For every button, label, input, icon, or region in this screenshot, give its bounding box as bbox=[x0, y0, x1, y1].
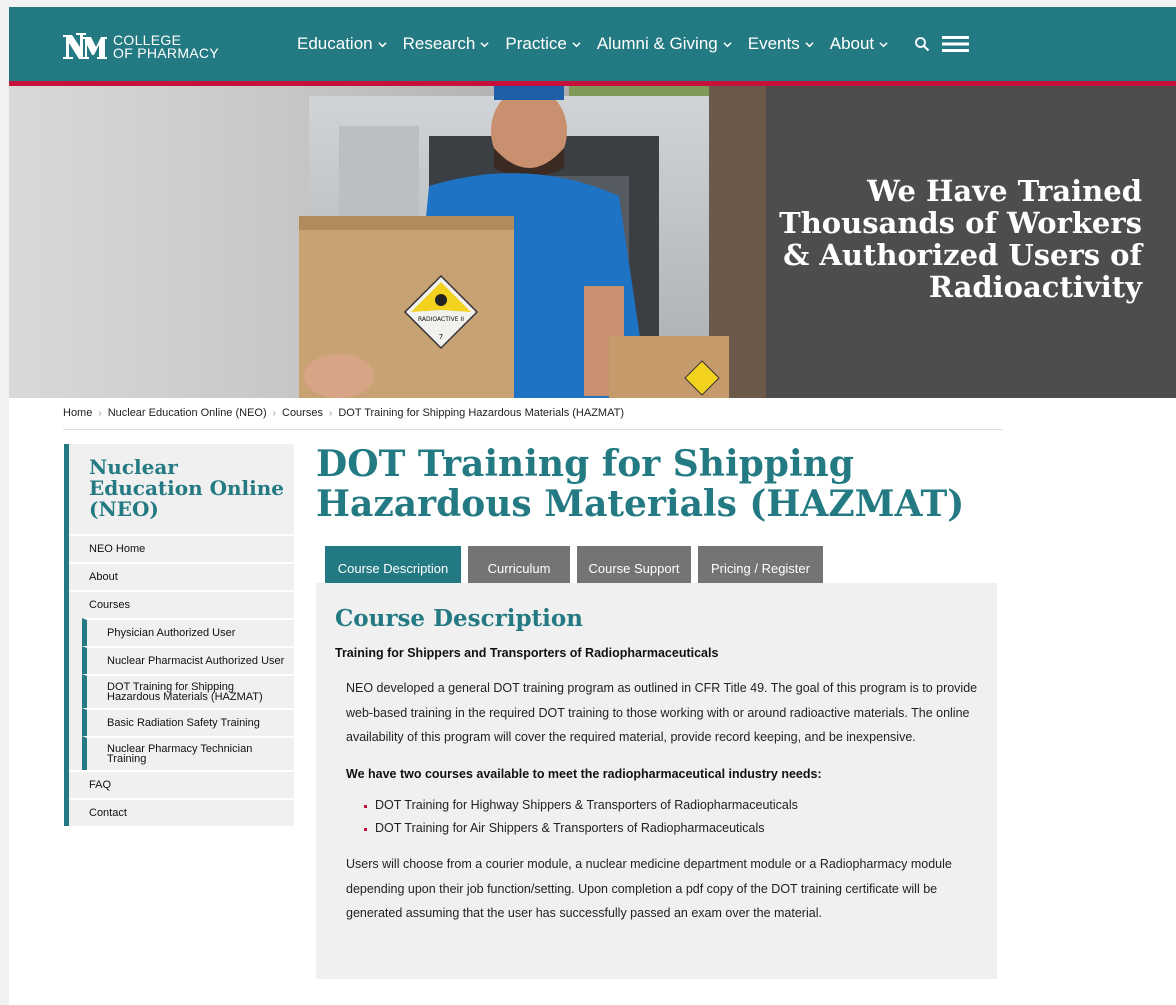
nav-label: Research bbox=[402, 34, 476, 53]
nav-label: Education bbox=[297, 34, 373, 53]
nav-practice[interactable]: Practice bbox=[505, 34, 581, 54]
nav-label: Events bbox=[747, 34, 800, 53]
hero-banner: RADIOACTIVE II 7 We Have Trained Thousan… bbox=[9, 86, 1176, 398]
breadcrumb-separator-icon: › bbox=[272, 407, 276, 419]
course-list: DOT Training for Highway Shippers & Tran… bbox=[364, 794, 984, 840]
modules-paragraph: Users will choose from a courier module,… bbox=[346, 857, 952, 920]
courses-intro: We have two courses available to meet th… bbox=[346, 766, 822, 781]
nav-about[interactable]: About bbox=[830, 34, 888, 54]
main-nav: Education Research Practice Alumni & Giv… bbox=[297, 7, 970, 81]
unm-logo-icon bbox=[63, 33, 107, 59]
breadcrumb-home[interactable]: Home bbox=[63, 407, 92, 419]
breadcrumb-divider bbox=[63, 429, 1003, 430]
chevron-down-icon bbox=[480, 41, 489, 47]
breadcrumb-courses[interactable]: Courses bbox=[282, 407, 323, 419]
nav-label: Alumni & Giving bbox=[596, 34, 718, 53]
chevron-down-icon bbox=[572, 41, 581, 47]
site-header: COLLEGE OF PHARMACY Education Research P… bbox=[9, 7, 1176, 81]
list-item: DOT Training for Air Shippers & Transpor… bbox=[364, 817, 984, 840]
sidebar-item-dot-training-hazmat[interactable]: DOT Training for Shipping Hazardous Mate… bbox=[82, 674, 294, 708]
sidebar-item-physician-authorized-user[interactable]: Physician Authorized User bbox=[82, 618, 294, 646]
nav-label: About bbox=[829, 34, 875, 53]
search-icon[interactable] bbox=[914, 36, 930, 52]
nav-research[interactable]: Research bbox=[403, 34, 490, 54]
breadcrumb-separator-icon: › bbox=[328, 407, 333, 419]
chevron-down-icon bbox=[805, 41, 814, 47]
box-hazard-label: RADIOACTIVE II bbox=[418, 316, 464, 323]
breadcrumb: Home › Nuclear Education Online (NEO) › … bbox=[63, 407, 624, 419]
sidebar-item-nuclear-pharmacist-authorized-user[interactable]: Nuclear Pharmacist Authorized User bbox=[82, 646, 294, 674]
chevron-down-icon bbox=[723, 41, 732, 47]
logo-line-2: OF PHARMACY bbox=[113, 45, 219, 61]
nav-education[interactable]: Education bbox=[297, 34, 387, 54]
hero-photo: RADIOACTIVE II 7 bbox=[9, 86, 766, 398]
breadcrumb-current: DOT Training for Shipping Hazardous Mate… bbox=[338, 407, 625, 419]
unm-logo[interactable]: COLLEGE OF PHARMACY bbox=[61, 31, 219, 63]
sidebar-item-contact[interactable]: Contact bbox=[69, 798, 294, 826]
chevron-down-icon bbox=[879, 41, 888, 47]
panel-heading: Course Description bbox=[335, 605, 583, 632]
sidebar-item-courses[interactable]: Courses bbox=[69, 590, 294, 618]
page-title: DOT Training for Shipping Hazardous Mate… bbox=[316, 443, 965, 525]
breadcrumb-neo[interactable]: Nuclear Education Online (NEO) bbox=[108, 407, 267, 419]
sidebar-title[interactable]: Nuclear Education Online (NEO) bbox=[69, 444, 294, 534]
page: COLLEGE OF PHARMACY Education Research P… bbox=[9, 7, 1176, 1005]
nav-alumni-giving[interactable]: Alumni & Giving bbox=[597, 34, 732, 54]
sidebar-item-neo-home[interactable]: NEO Home bbox=[69, 534, 294, 562]
sidebar: Nuclear Education Online (NEO) NEO Home … bbox=[64, 444, 294, 826]
sidebar-item-faq[interactable]: FAQ bbox=[69, 770, 294, 798]
hero-headline: We Have Trained Thousands of Workers & A… bbox=[779, 174, 1142, 304]
sidebar-item-label: Hazardous Materials (HAZMAT) bbox=[107, 691, 263, 703]
breadcrumb-separator-icon: › bbox=[98, 407, 102, 419]
description-paragraph: NEO developed a general DOT training pro… bbox=[346, 681, 978, 744]
panel-subheading: Training for Shippers and Transporters o… bbox=[335, 646, 719, 660]
course-description-panel: Course Description Training for Shippers… bbox=[316, 583, 997, 979]
panel-body: NEO developed a general DOT training pro… bbox=[346, 676, 984, 934]
sidebar-item-nuclear-pharmacy-technician[interactable]: Nuclear Pharmacy Technician Training bbox=[82, 736, 294, 770]
chevron-down-icon bbox=[378, 41, 387, 47]
sidebar-item-about[interactable]: About bbox=[69, 562, 294, 590]
sidebar-item-basic-radiation-safety[interactable]: Basic Radiation Safety Training bbox=[82, 708, 294, 736]
nav-label: Practice bbox=[505, 34, 567, 53]
list-item: DOT Training for Highway Shippers & Tran… bbox=[364, 794, 984, 817]
box-hazard-number: 7 bbox=[439, 333, 443, 341]
hamburger-menu-icon[interactable] bbox=[942, 35, 970, 53]
nav-events[interactable]: Events bbox=[748, 34, 814, 54]
sidebar-item-label: Training bbox=[107, 753, 147, 765]
